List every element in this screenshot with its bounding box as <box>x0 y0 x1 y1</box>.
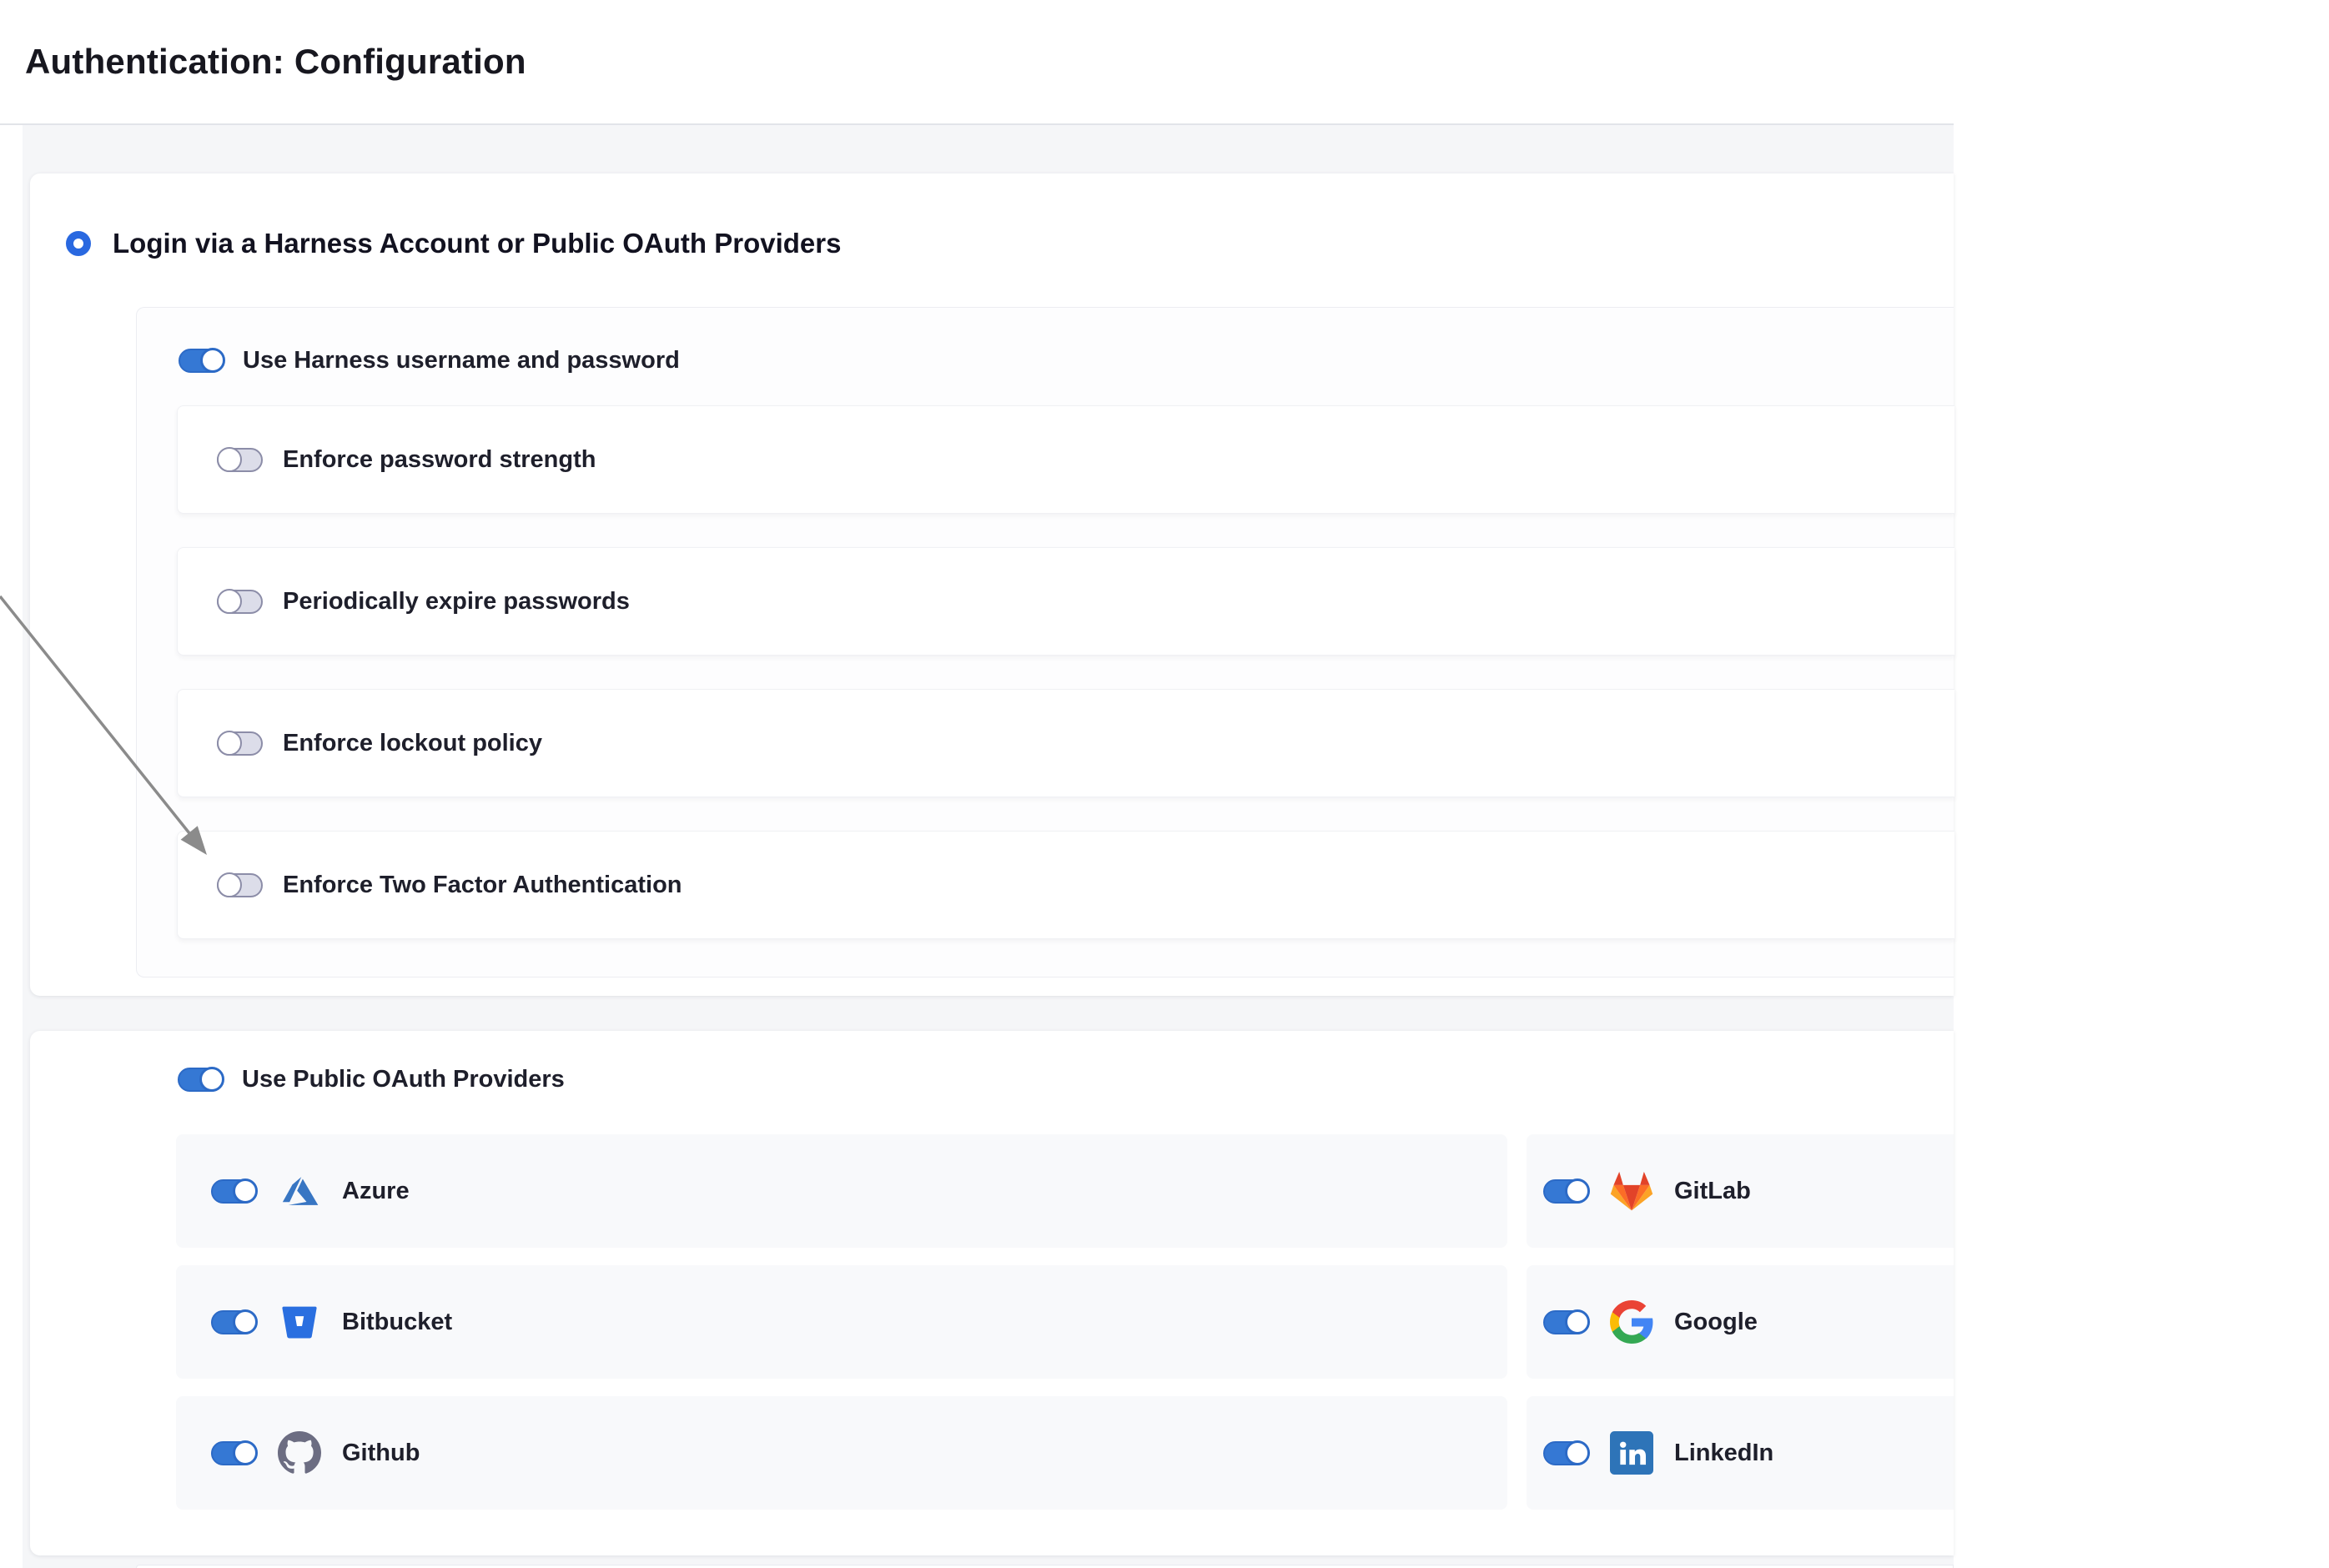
azure-toggle[interactable] <box>211 1179 257 1204</box>
enforce-password-strength-row: Enforce password strength <box>177 405 1954 514</box>
oauth-providers-card: Use Public OAuth Providers Azure <box>30 1031 1954 1555</box>
periodically-expire-passwords-label: Periodically expire passwords <box>283 588 630 616</box>
toggle-knob <box>233 1179 258 1204</box>
enforce-two-factor-toggle[interactable] <box>217 873 263 897</box>
google-icon <box>1610 1300 1653 1344</box>
toggle-knob <box>1565 1179 1590 1204</box>
azure-icon <box>278 1169 321 1213</box>
github-toggle[interactable] <box>211 1441 257 1465</box>
provider-row-google: Google <box>1527 1265 1954 1379</box>
google-toggle[interactable] <box>1543 1310 1589 1334</box>
enforce-two-factor-label: Enforce Two Factor Authentication <box>283 872 682 899</box>
enforce-password-strength-label: Enforce password strength <box>283 446 596 474</box>
toggle-knob <box>217 447 242 472</box>
login-method-radio-row: Login via a Harness Account or Public OA… <box>66 224 841 263</box>
toggle-knob <box>217 589 242 614</box>
toggle-knob <box>1565 1309 1590 1334</box>
github-label: Github <box>342 1440 420 1467</box>
use-harness-username-label: Use Harness username and password <box>243 347 680 374</box>
toggle-knob <box>1565 1440 1590 1465</box>
bitbucket-label: Bitbucket <box>342 1309 452 1336</box>
enforce-lockout-policy-toggle[interactable] <box>217 731 263 756</box>
azure-label: Azure <box>342 1178 410 1205</box>
authentication-configuration-page: Authentication: Configuration Login via … <box>0 0 2329 1568</box>
provider-row-bitbucket: Bitbucket <box>176 1265 1507 1379</box>
linkedin-label: LinkedIn <box>1674 1440 1773 1467</box>
provider-row-azure: Azure <box>176 1134 1507 1248</box>
toggle-knob <box>233 1440 258 1465</box>
github-icon <box>278 1431 321 1475</box>
password-policy-list: Enforce password strength Periodically e… <box>177 405 1954 972</box>
page-title: Authentication: Configuration <box>25 42 526 82</box>
google-label: Google <box>1674 1309 1758 1336</box>
use-harness-username-toggle[interactable] <box>179 349 224 373</box>
provider-row-github: Github <box>176 1396 1507 1510</box>
bitbucket-toggle[interactable] <box>211 1310 257 1334</box>
gitlab-toggle[interactable] <box>1543 1179 1589 1204</box>
enforce-two-factor-row: Enforce Two Factor Authentication <box>177 831 1954 939</box>
login-method-radio-label: Login via a Harness Account or Public OA… <box>113 228 841 259</box>
bitbucket-icon <box>278 1300 321 1344</box>
use-harness-username-row: Use Harness username and password <box>179 344 680 377</box>
provider-row-gitlab: GitLab <box>1527 1134 1954 1248</box>
use-public-oauth-label: Use Public OAuth Providers <box>242 1066 565 1093</box>
page-header: Authentication: Configuration <box>0 0 1954 123</box>
linkedin-icon <box>1610 1431 1653 1475</box>
enforce-password-strength-toggle[interactable] <box>217 448 263 472</box>
toggle-knob <box>217 872 242 897</box>
username-password-group-card: Use Harness username and password Enforc… <box>136 307 1954 977</box>
gitlab-label: GitLab <box>1674 1178 1751 1205</box>
provider-row-linkedin: LinkedIn <box>1527 1396 1954 1510</box>
use-public-oauth-row: Use Public OAuth Providers <box>178 1063 565 1096</box>
oauth-provider-grid: Azure GitLab <box>176 1134 1954 1510</box>
periodically-expire-passwords-toggle[interactable] <box>217 590 263 614</box>
radio-selected-icon[interactable] <box>66 231 91 256</box>
header-divider <box>0 123 1954 125</box>
enforce-lockout-policy-row: Enforce lockout policy <box>177 689 1954 797</box>
login-method-card: Login via a Harness Account or Public OA… <box>30 173 1954 996</box>
toggle-knob <box>199 1067 224 1092</box>
toggle-knob <box>200 348 225 373</box>
periodically-expire-passwords-row: Periodically expire passwords <box>177 547 1954 656</box>
use-public-oauth-toggle[interactable] <box>178 1068 224 1092</box>
gitlab-icon <box>1610 1169 1653 1213</box>
toggle-knob <box>233 1309 258 1334</box>
next-card-top-edge <box>136 1565 1954 1568</box>
linkedin-toggle[interactable] <box>1543 1441 1589 1465</box>
enforce-lockout-policy-label: Enforce lockout policy <box>283 730 542 757</box>
toggle-knob <box>217 731 242 756</box>
